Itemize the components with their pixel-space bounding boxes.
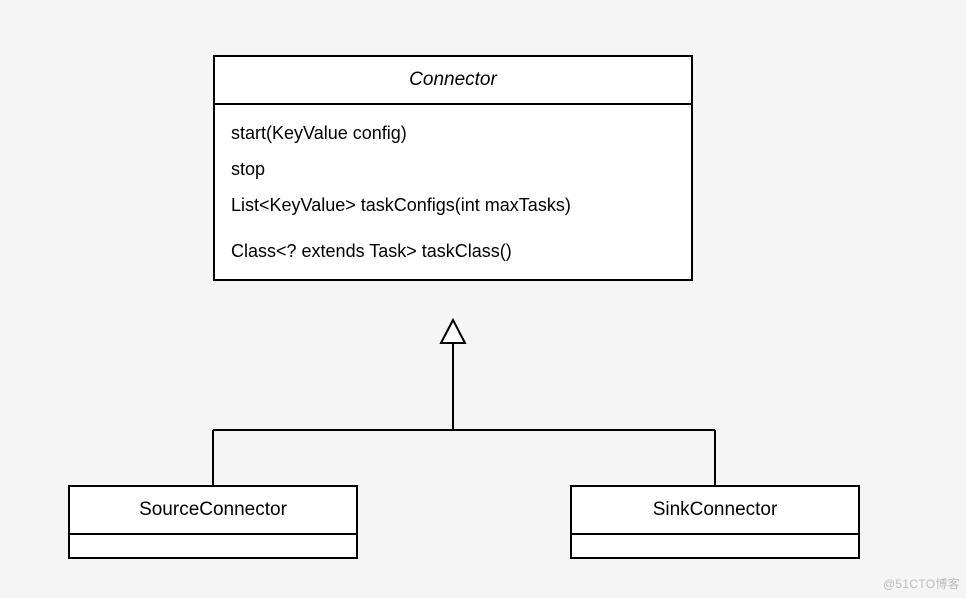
class-source-connector: SourceConnector <box>68 485 358 559</box>
class-name: Connector <box>215 57 691 105</box>
class-methods: start(KeyValue config) stop List<KeyValu… <box>215 105 691 279</box>
class-name: SinkConnector <box>572 487 858 535</box>
uml-class-diagram: Connector start(KeyValue config) stop Li… <box>0 0 966 598</box>
class-members-empty <box>572 535 858 557</box>
class-connector: Connector start(KeyValue config) stop Li… <box>213 55 693 281</box>
method: List<KeyValue> taskConfigs(int maxTasks) <box>231 187 675 223</box>
watermark: @51CTO博客 <box>883 575 960 592</box>
method: start(KeyValue config) <box>231 115 675 151</box>
method: stop <box>231 151 675 187</box>
generalization-arrowhead-icon <box>441 320 465 343</box>
class-members-empty <box>70 535 356 557</box>
method: Class<? extends Task> taskClass() <box>231 233 675 269</box>
class-sink-connector: SinkConnector <box>570 485 860 559</box>
class-name: SourceConnector <box>70 487 356 535</box>
